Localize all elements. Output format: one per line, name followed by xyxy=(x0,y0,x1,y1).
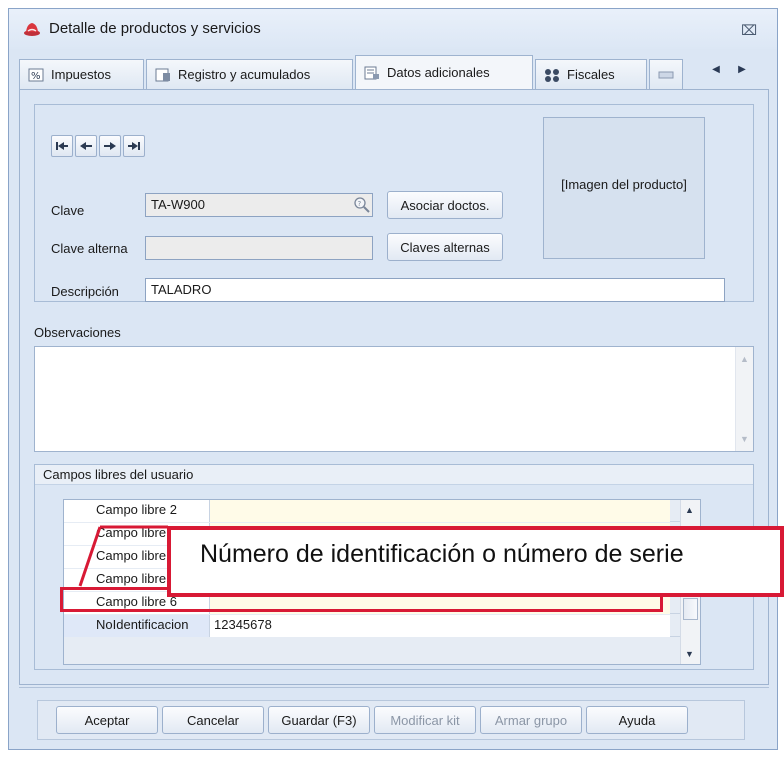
scroll-down-icon[interactable]: ▼ xyxy=(681,646,698,662)
tab-fiscales[interactable]: Fiscales xyxy=(535,59,647,89)
svg-text:?: ? xyxy=(358,200,362,208)
armar-grupo-button: Armar grupo xyxy=(480,706,582,734)
row-value[interactable]: 12345678 xyxy=(210,615,670,637)
previous-record-button[interactable] xyxy=(75,135,97,157)
tab-scroll-left-icon[interactable]: ◀ xyxy=(709,63,723,77)
annotation-callout: Número de identificación o número de ser… xyxy=(167,526,784,597)
tab-datos-adicionales[interactable]: Datos adicionales xyxy=(355,55,533,89)
asociar-doctos-button[interactable]: Asociar doctos. xyxy=(387,191,503,219)
scrollbar-thumb[interactable] xyxy=(683,598,698,620)
product-detail-window: Detalle de productos y servicios ⌧ % Imp… xyxy=(8,8,778,750)
tab-overflow[interactable] xyxy=(649,59,683,89)
clave-value: TA-W900 xyxy=(151,197,205,212)
first-record-button[interactable] xyxy=(51,135,73,157)
descripcion-label: Descripción xyxy=(51,284,119,299)
form-icon xyxy=(364,66,380,80)
observaciones-scrollbar[interactable]: ▲ ▼ xyxy=(735,347,753,451)
row-key: Campo libre 2 xyxy=(64,500,210,522)
row-key: NoIdentificacion xyxy=(64,615,210,637)
aceptar-button[interactable]: Aceptar xyxy=(56,706,158,734)
clave-alterna-field[interactable] xyxy=(145,236,373,260)
app-red-hat-icon xyxy=(23,21,41,37)
cancelar-button[interactable]: Cancelar xyxy=(162,706,264,734)
ledger-icon xyxy=(155,68,171,82)
tab-scroll-right-icon[interactable]: ▶ xyxy=(735,63,749,77)
clave-field[interactable]: TA-W900 xyxy=(145,193,373,217)
tab-registro[interactable]: Registro y acumulados xyxy=(146,59,353,89)
search-icon[interactable]: ? xyxy=(353,196,371,214)
percent-icon: % xyxy=(28,68,44,82)
title-bar: Detalle de productos y servicios ⌧ xyxy=(9,9,777,49)
scroll-up-icon[interactable]: ▲ xyxy=(736,351,753,367)
tab-label: Registro y acumulados xyxy=(178,67,311,82)
descripcion-field[interactable]: TALADRO xyxy=(145,278,725,302)
table-row[interactable]: Campo libre 2 xyxy=(64,500,684,522)
last-record-button[interactable] xyxy=(123,135,145,157)
claves-alternas-button[interactable]: Claves alternas xyxy=(387,233,503,261)
next-record-icon xyxy=(104,139,116,154)
window-title: Detalle de productos y servicios xyxy=(49,20,261,37)
close-icon[interactable]: ⌧ xyxy=(741,23,757,37)
observaciones-label: Observaciones xyxy=(34,325,121,340)
descripcion-value: TALADRO xyxy=(151,282,212,297)
scroll-down-icon[interactable]: ▼ xyxy=(736,431,753,447)
tab-label: Impuestos xyxy=(51,67,111,82)
row-value[interactable] xyxy=(210,500,670,522)
tab-impuestos[interactable]: % Impuestos xyxy=(19,59,144,89)
ayuda-button[interactable]: Ayuda xyxy=(586,706,688,734)
scroll-up-icon[interactable]: ▲ xyxy=(681,502,698,518)
modificar-kit-button: Modificar kit xyxy=(374,706,476,734)
observaciones-textarea[interactable]: ▲ ▼ xyxy=(34,346,754,452)
grid-dots-icon xyxy=(544,68,560,82)
campos-libres-title: Campos libres del usuario xyxy=(35,465,753,485)
dialog-footer: Aceptar Cancelar Guardar (F3) Modificar … xyxy=(19,687,769,747)
tab-label: Datos adicionales xyxy=(387,65,490,80)
footer-button-bar: Aceptar Cancelar Guardar (F3) Modificar … xyxy=(37,700,745,740)
tab-label: Fiscales xyxy=(567,67,615,82)
tab-strip: % Impuestos Registro y acumulados Datos … xyxy=(19,53,769,89)
next-record-button[interactable] xyxy=(99,135,121,157)
guardar-button[interactable]: Guardar (F3) xyxy=(268,706,370,734)
clave-alterna-label: Clave alterna xyxy=(51,241,128,256)
tab-overflow-icon xyxy=(658,68,674,82)
svg-text:%: % xyxy=(31,71,41,82)
previous-record-icon xyxy=(80,139,92,154)
last-record-icon xyxy=(128,139,140,154)
product-info-group: Clave TA-W900 ? Asociar doctos. Clave al… xyxy=(34,104,754,302)
product-image-placeholder: [Imagen del producto] xyxy=(543,117,705,259)
table-row-selected[interactable]: NoIdentificacion 12345678 xyxy=(64,615,684,637)
first-record-icon xyxy=(56,139,68,154)
clave-label: Clave xyxy=(51,203,85,218)
